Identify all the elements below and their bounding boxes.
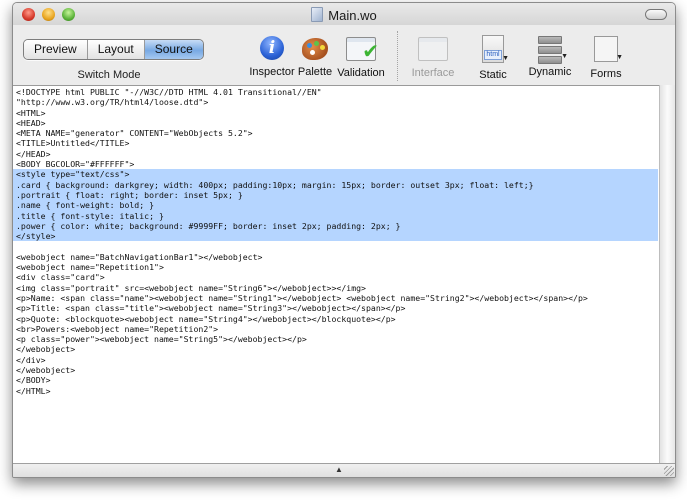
switch-mode-control: Preview Layout Source [23, 39, 204, 60]
source-code[interactable]: <!DOCTYPE html PUBLIC "-//W3C//DTD HTML … [13, 86, 660, 396]
html-document-icon: html ▼ [482, 35, 509, 63]
code-line[interactable] [16, 241, 660, 251]
interface-button[interactable]: Interface [402, 33, 464, 79]
code-line[interactable]: </div> [16, 355, 660, 365]
static-button[interactable]: html ▼ Static [462, 33, 524, 81]
code-line[interactable]: <p>Name: <span class="name"><webobject n… [16, 293, 660, 303]
code-line[interactable]: <!DOCTYPE html PUBLIC "-//W3C//DTD HTML … [16, 87, 660, 97]
code-line[interactable]: "http://www.w3.org/TR/html4/loose.dtd"> [16, 97, 660, 107]
code-line[interactable]: <HTML> [16, 108, 660, 118]
code-line[interactable]: <HEAD> [16, 118, 660, 128]
code-line[interactable]: .name { font-weight: bold; } [13, 200, 658, 211]
code-line[interactable]: <img class="portrait" src=<webobject nam… [16, 283, 660, 293]
code-line[interactable]: </BODY> [16, 375, 660, 385]
dynamic-elements-icon: ▼ [538, 36, 568, 64]
code-line[interactable]: <style type="text/css"> [13, 169, 658, 180]
validation-label: Validation [337, 67, 385, 79]
dropdown-arrow-icon: ▼ [502, 55, 509, 62]
forms-button[interactable]: ▼ Forms [575, 33, 637, 80]
source-editor[interactable]: <!DOCTYPE html PUBLIC "-//W3C//DTD HTML … [13, 85, 660, 465]
dynamic-button[interactable]: ▼ Dynamic [519, 33, 581, 78]
code-line[interactable]: <BODY BGCOLOR="#FFFFFF"> [16, 159, 660, 169]
code-line[interactable]: <br>Powers:<webobject name="Repetition2"… [16, 324, 660, 334]
switch-mode-label: Switch Mode [77, 69, 141, 81]
code-line[interactable]: <p class="power"><webobject name="String… [16, 334, 660, 344]
validation-button[interactable]: ✔ Validation [330, 33, 392, 79]
window-title: Main.wo [13, 7, 675, 23]
mode-layout-segment[interactable]: Layout [87, 40, 145, 59]
code-line[interactable]: .portrait { float: right; border: inset … [13, 189, 658, 201]
main-window: Main.wo Preview Layout Source Switch Mod… [12, 2, 676, 478]
info-icon: i [260, 36, 284, 60]
code-line[interactable]: .power { color: white; background: #9999… [13, 220, 658, 232]
code-line[interactable]: <webobject name="BatchNavigationBar1"></… [16, 252, 660, 262]
code-line[interactable]: </webobject> [16, 344, 660, 354]
code-line[interactable]: .card { background: darkgrey; width: 400… [13, 179, 658, 190]
split-view-bar: ▲ [13, 463, 675, 477]
vertical-scrollbar[interactable] [659, 85, 675, 464]
palette-icon [302, 38, 328, 60]
mode-source-segment[interactable]: Source [144, 40, 203, 59]
dropdown-arrow-icon: ▼ [561, 53, 568, 60]
dropdown-arrow-icon: ▼ [616, 54, 623, 61]
palette-label: Palette [297, 66, 333, 78]
code-line[interactable]: </webobject> [16, 365, 660, 375]
code-line[interactable]: <TITLE>Untitled</TITLE> [16, 138, 660, 148]
wo-document-icon [311, 7, 324, 22]
toolbar: Preview Layout Source Switch Mode i Insp… [13, 25, 675, 85]
code-line[interactable]: <META NAME="generator" CONTENT="WebObjec… [16, 128, 660, 138]
interface-window-icon [418, 37, 448, 61]
validation-check-icon: ✔ [346, 37, 379, 62]
code-line[interactable]: <p>Title: <span class="title"><webobject… [16, 303, 660, 313]
static-label: Static [479, 69, 507, 81]
forms-icon: ▼ [594, 36, 623, 62]
code-line[interactable]: <p>Quote: <blockquote><webobject name="S… [16, 314, 660, 324]
split-handle-icon[interactable]: ▲ [335, 465, 343, 474]
code-line[interactable]: .title { font-style: italic; } [13, 210, 658, 221]
code-line[interactable]: </HEAD> [16, 149, 660, 159]
code-line[interactable]: <webobject name="Repetition1"> [16, 262, 660, 272]
toolbar-separator [397, 31, 398, 81]
interface-label: Interface [411, 67, 455, 79]
code-line[interactable]: </HTML> [16, 386, 660, 396]
toolbar-toggle-button[interactable] [645, 9, 667, 20]
forms-label: Forms [590, 68, 622, 80]
window-title-text: Main.wo [328, 8, 377, 23]
resize-grip-icon[interactable] [664, 466, 674, 476]
mode-preview-segment[interactable]: Preview [24, 40, 88, 59]
title-bar[interactable]: Main.wo [13, 3, 675, 25]
dynamic-label: Dynamic [528, 66, 572, 78]
code-line[interactable]: <div class="card"> [16, 272, 660, 282]
code-line[interactable]: </style> [13, 231, 658, 242]
